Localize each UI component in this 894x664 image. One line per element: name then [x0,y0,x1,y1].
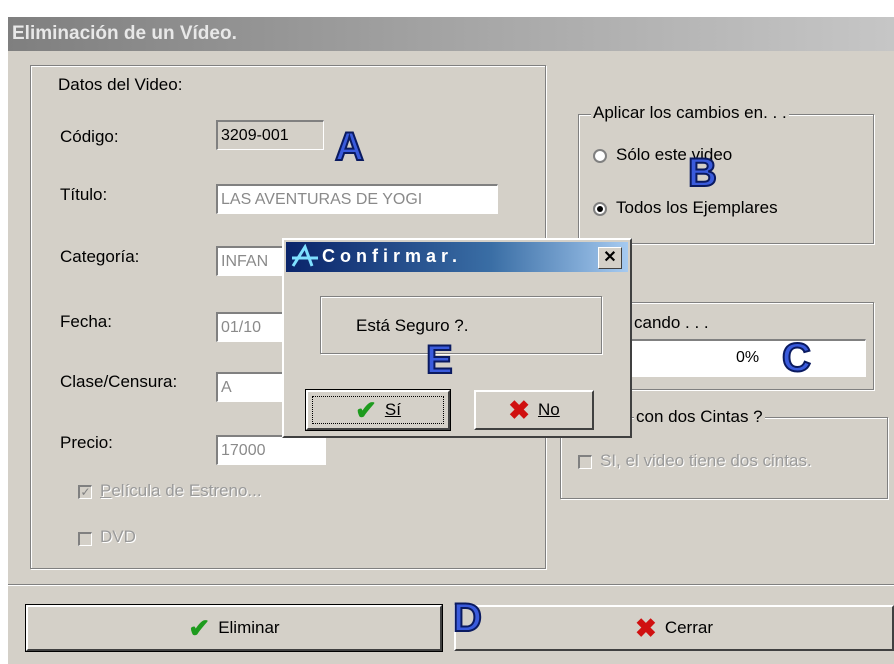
codigo-field: 3209-001 [216,120,324,150]
check-icon: ✔ [188,613,211,643]
cerrar-label: Cerrar [664,618,713,637]
progress-bar: 0% [628,339,866,377]
marker-b: B [687,151,718,195]
precio-field[interactable]: 17000 [216,435,326,465]
yes-focus [312,396,444,424]
option-todos-radio[interactable] [593,202,607,216]
confirm-message: Está Seguro ?. [356,316,469,335]
close-icon[interactable]: ✕ [598,247,622,269]
confirm-dialog: Confirmar. ✕ Está Seguro ?. ✔ Sí ✖ No [282,238,632,438]
apply-changes-group [578,114,874,244]
two-tapes-label: SI, el video tiene dos cintas. [600,451,812,470]
window-title: Eliminación de un Vídeo. [8,17,894,51]
categoria-label: Categoría: [60,247,140,266]
cross-icon: ✖ [508,395,531,425]
marker-e: E [425,338,454,382]
cross-icon: ✖ [635,613,657,643]
eliminar-button[interactable]: ✔ Eliminar [25,604,443,652]
progress-percent: 0% [735,349,760,366]
no-button[interactable]: ✖ No [474,390,594,430]
two-tapes-legend: con dos Cintas ? [634,407,765,427]
titulo-label: Título: [60,185,108,204]
bottom-divider [8,584,894,586]
confirm-title: Confirmar. [322,246,463,266]
option-solo-este-radio[interactable] [593,149,607,163]
app-logo-icon [291,244,318,267]
no-label: No [538,400,560,419]
titulo-field[interactable]: LAS AVENTURAS DE YOGI [216,184,498,214]
dvd-label: DVD [100,527,136,546]
precio-label: Precio: [60,433,113,452]
apply-changes-legend: Aplicar los cambios en. . . [591,103,789,123]
clase-label: Clase/Censura: [60,372,178,391]
fecha-label: Fecha: [60,312,112,331]
option-todos-label[interactable]: Todos los Ejemplares [616,198,778,218]
marker-a: A [334,125,365,169]
confirm-titlebar: Confirmar. ✕ [286,242,628,272]
progress-legend: cando . . . [634,313,709,332]
marker-d: D [452,596,483,640]
eliminar-label: Eliminar [218,618,280,637]
estreno-label: Película de Estreno... [100,481,262,500]
cerrar-button[interactable]: ✖ Cerrar [454,605,894,651]
dvd-checkbox[interactable] [78,532,92,546]
yes-button[interactable]: ✔ Sí [305,389,451,431]
codigo-label: Código: [60,127,119,146]
marker-c: C [781,336,812,380]
video-data-heading: Datos del Video: [58,75,183,94]
two-tapes-checkbox[interactable] [578,455,592,469]
estreno-checkbox[interactable]: ✓ [78,485,92,499]
